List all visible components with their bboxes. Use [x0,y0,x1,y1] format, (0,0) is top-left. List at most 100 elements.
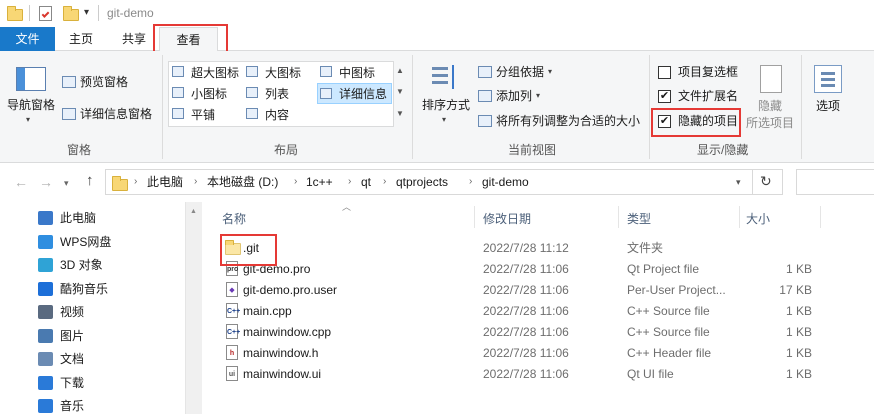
large-icons-label: 大图标 [265,66,302,80]
layout-s-icons[interactable]: 小图标 [172,85,244,103]
gallery-scroll-up-icon[interactable]: ▲ [396,63,404,79]
layout-details[interactable]: 详细信息 [317,83,392,104]
details-icon [320,88,332,99]
group-label-current-view: 当前视图 [508,143,557,157]
hidden-items-checkbox[interactable]: ✔ [658,115,671,128]
tab-view[interactable]: 查看 [159,27,218,52]
breadcrumb-qtprojects[interactable]: qtprojects [396,174,448,190]
item-checkboxes-toggle[interactable]: 项目复选框 [656,63,748,83]
nav-item[interactable]: 酷狗音乐 [0,278,185,300]
nav-item[interactable]: 3D 对象 [0,254,185,276]
nav-item[interactable]: 下载 [0,372,185,394]
add-columns-label: 添加列 [496,89,533,103]
table-row[interactable]: h mainwindow.h 2022/7/28 11:06 C++ Header f… [218,343,818,364]
breadcrumb-this-pc[interactable]: 此电脑 [147,174,183,190]
header-file-icon: h [226,345,238,360]
details-pane-label: 详细信息窗格 [80,107,153,121]
hide-selected-button[interactable]: 隐藏 所选项目 [744,61,798,133]
hide-selected-label-1: 隐藏 [758,99,783,113]
nav-pane-button[interactable]: 导航窗格 ▾ [4,61,58,131]
scroll-up-icon[interactable]: ▲ [190,204,197,220]
nav-item-label: 文档 [60,352,85,366]
table-row[interactable]: C++ mainwindow.cpp 2022/7/28 11:06 C++ Sour… [218,322,818,343]
breadcrumb-qt[interactable]: qt [361,174,371,190]
file-name: .git [243,241,260,255]
table-row[interactable]: ui mainwindow.ui 2022/7/28 11:06 Qt UI file… [218,364,818,385]
sort-by-button[interactable]: 排序方式 ▾ [418,61,474,131]
nav-pane-label: 导航窗格 [7,98,56,112]
large-icons-icon [246,66,258,77]
nav-item[interactable]: 文档 [0,348,185,370]
chevron-down-icon: ▾ [442,115,447,124]
preview-pane-button[interactable]: 预览窗格 [60,73,160,93]
nav-scrollbar[interactable]: ▲ [185,202,202,414]
address-dropdown-icon[interactable]: ▾ [736,174,741,190]
back-icon[interactable]: ← [14,174,28,190]
file-extensions-checkbox[interactable]: ✔ [658,90,671,103]
options-button[interactable]: 选项 [806,61,850,133]
item-checkboxes-label: 项目复选框 [678,65,739,79]
ui-file-icon: ui [226,366,238,381]
recent-locations-icon[interactable]: ▾ [64,175,69,191]
table-row[interactable]: pro git-demo.pro 2022/7/28 11:06 Qt Project… [218,259,818,280]
layout-xl-icons[interactable]: 超大图标 [172,64,244,82]
table-row[interactable]: C++ main.cpp 2022/7/28 11:06 C++ Source fil… [218,301,818,322]
up-icon[interactable]: ↑ [86,173,94,189]
layout-tiles[interactable]: 平铺 [172,106,244,124]
table-row[interactable]: .git 2022/7/28 11:12 文件夹 [218,238,818,259]
add-columns-button[interactable]: 添加列 ▾ [476,87,576,107]
layout-m-icons[interactable]: 中图标 [320,64,390,82]
nav-pane-icon [16,67,46,91]
item-checkboxes-checkbox[interactable] [658,66,671,79]
nav-item[interactable]: 音乐 [0,395,185,414]
hidden-items-toggle[interactable]: ✔ 隐藏的项目 [656,112,748,132]
file-type: C++ Source file [627,325,710,339]
group-by-button[interactable]: 分组依据 ▾ [476,63,576,83]
group-by-icon [478,66,492,78]
new-folder-icon[interactable] [63,6,79,21]
nav-item[interactable]: 视频 [0,301,185,323]
column-header-size-label: 大小 [746,212,771,226]
crumb-sep-icon: › [469,176,473,187]
tab-home[interactable]: 主页 [69,31,93,47]
xl-icons-label: 超大图标 [191,66,240,80]
tab-file[interactable]: 文件 [0,27,55,51]
forward-icon[interactable]: → [39,174,53,190]
properties-icon[interactable] [39,6,52,21]
cpp-file-icon: C++ [226,303,240,318]
search-input[interactable] [796,169,874,195]
refresh-icon[interactable]: ↻ [760,173,772,189]
nav-item[interactable]: WPS网盘 [0,231,185,253]
tab-share[interactable]: 共享 [122,31,146,47]
fit-columns-icon [478,115,492,127]
layout-list[interactable]: 列表 [246,85,316,103]
file-extensions-toggle[interactable]: ✔ 文件扩展名 [656,87,748,107]
nav-item[interactable]: 图片 [0,325,185,347]
separator [98,5,99,21]
layout-l-icons[interactable]: 大图标 [246,64,316,82]
separator [649,55,650,159]
column-header-name[interactable]: 名称 [218,208,474,230]
address-bar[interactable]: › 此电脑 › 本地磁盘 (D:) › 1c++ › qt › qtprojec… [105,169,783,195]
breadcrumb-drive-d[interactable]: 本地磁盘 (D:) [207,174,278,190]
column-header-date[interactable]: 修改日期 [475,208,618,230]
file-type: Qt Project file [627,262,700,276]
cube-icon [38,258,53,272]
tab-share-label: 共享 [122,32,147,46]
breadcrumb-git-demo[interactable]: git-demo [482,174,529,190]
tab-view-label: 查看 [176,33,201,47]
customize-qat-icon[interactable]: ▾ [84,5,89,21]
details-pane-button[interactable]: 详细信息窗格 [60,105,160,125]
table-row[interactable]: ◆ git-demo.pro.user 2022/7/28 11:06 Per-Use… [218,280,818,301]
breadcrumb-1cpp[interactable]: 1c++ [306,174,333,190]
nav-item[interactable]: 此电脑 [0,207,185,229]
gallery-expand-icon[interactable]: ▼ [396,106,404,122]
nav-item-label: 视频 [60,305,85,319]
fit-columns-button[interactable]: 将所有列调整为合适的大小 [476,112,646,132]
medium-icons-label: 中图标 [339,66,376,80]
column-header-size[interactable]: 大小 [740,208,820,230]
gallery-scroll-down-icon[interactable]: ▼ [396,84,404,100]
layout-content[interactable]: 内容 [246,106,316,124]
details-label: 详细信息 [339,87,388,101]
column-header-type[interactable]: 类型 [619,208,739,230]
